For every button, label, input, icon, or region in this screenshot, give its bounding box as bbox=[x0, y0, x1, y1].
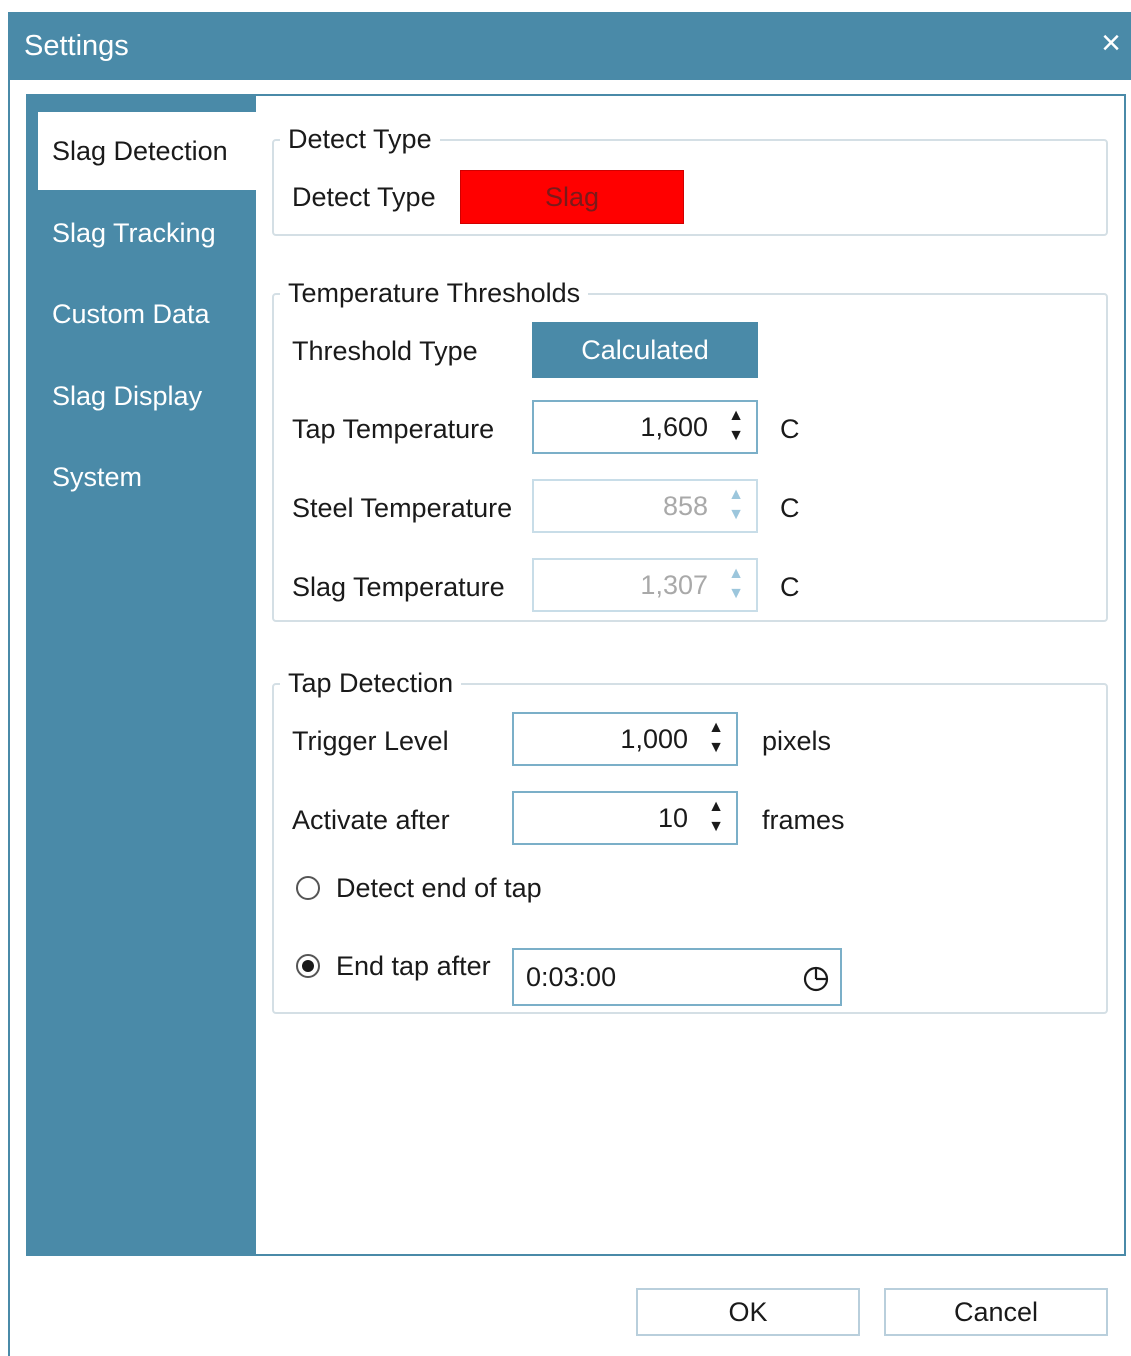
sidebar-item-slag-display[interactable]: Slag Display bbox=[28, 357, 256, 435]
steel-temperature-value: 858 bbox=[662, 491, 708, 521]
chevron-up-icon[interactable]: ▲ bbox=[726, 408, 746, 424]
tap-detection-legend: Tap Detection bbox=[288, 668, 454, 698]
tap-temperature-value: 1,600 bbox=[640, 412, 708, 442]
end-tap-after-time-input[interactable]: 0:03:00 bbox=[512, 948, 842, 1006]
end-tap-after-time-value: 0:03:00 bbox=[526, 962, 617, 992]
spinner-arrows[interactable]: ▲ ▼ bbox=[706, 799, 726, 837]
spinner-arrows[interactable]: ▲ ▼ bbox=[726, 487, 746, 525]
chevron-up-icon[interactable]: ▲ bbox=[706, 799, 726, 815]
detect-type-legend: Detect Type bbox=[288, 124, 432, 154]
slag-temperature-value: 1,307 bbox=[640, 570, 708, 600]
end-tap-after-label[interactable]: End tap after bbox=[336, 951, 491, 982]
end-tap-after-radio[interactable] bbox=[296, 954, 320, 978]
detect-type-group: Detect Type bbox=[272, 124, 1108, 236]
steel-temperature-label: Steel Temperature bbox=[292, 493, 513, 523]
close-icon[interactable]: × bbox=[1101, 26, 1121, 60]
tap-temperature-unit: C bbox=[780, 414, 800, 444]
slag-temperature-label: Slag Temperature bbox=[292, 572, 505, 602]
activate-after-label: Activate after bbox=[292, 805, 450, 835]
spinner-arrows[interactable]: ▲ ▼ bbox=[726, 566, 746, 604]
trigger-level-value: 1,000 bbox=[620, 724, 688, 754]
threshold-type-calculated-button[interactable]: Calculated bbox=[532, 322, 758, 378]
steel-temperature-stepper[interactable]: 858 ▲ ▼ bbox=[532, 479, 758, 533]
spinner-arrows[interactable]: ▲ ▼ bbox=[706, 720, 726, 758]
chevron-up-icon[interactable]: ▲ bbox=[726, 566, 746, 582]
chevron-down-icon[interactable]: ▼ bbox=[706, 819, 726, 835]
settings-body: Slag Detection Slag Tracking Custom Data… bbox=[26, 94, 1126, 1256]
activate-after-value: 10 bbox=[657, 803, 688, 833]
tap-temperature-label: Tap Temperature bbox=[292, 414, 495, 444]
title-bar: Settings × bbox=[10, 12, 1131, 80]
clock-icon[interactable] bbox=[802, 964, 830, 992]
trigger-level-unit: pixels bbox=[762, 726, 832, 756]
activate-after-unit: frames bbox=[762, 805, 845, 835]
chevron-down-icon[interactable]: ▼ bbox=[726, 507, 746, 523]
temperature-thresholds-legend: Temperature Thresholds bbox=[288, 278, 581, 308]
detect-end-of-tap-label[interactable]: Detect end of tap bbox=[336, 873, 542, 904]
chevron-down-icon[interactable]: ▼ bbox=[726, 428, 746, 444]
sidebar-item-slag-tracking[interactable]: Slag Tracking bbox=[28, 194, 256, 272]
tap-temperature-stepper[interactable]: 1,600 ▲ ▼ bbox=[532, 400, 758, 454]
sidebar-item-custom-data[interactable]: Custom Data bbox=[28, 275, 256, 353]
trigger-level-label: Trigger Level bbox=[292, 726, 449, 756]
cancel-button[interactable]: Cancel bbox=[884, 1288, 1108, 1336]
slag-temperature-unit: C bbox=[780, 572, 800, 602]
detect-type-slag-button[interactable]: Slag bbox=[460, 170, 684, 224]
steel-temperature-unit: C bbox=[780, 493, 800, 523]
sidebar: Slag Detection Slag Tracking Custom Data… bbox=[28, 96, 256, 1254]
trigger-level-stepper[interactable]: 1,000 ▲ ▼ bbox=[512, 712, 738, 766]
spinner-arrows[interactable]: ▲ ▼ bbox=[726, 408, 746, 446]
settings-window: Settings × Slag Detection Slag Tracking … bbox=[8, 12, 1131, 1356]
chevron-down-icon[interactable]: ▼ bbox=[706, 740, 726, 756]
detect-type-label: Detect Type bbox=[292, 182, 436, 212]
threshold-type-label: Threshold Type bbox=[292, 336, 478, 366]
ok-button[interactable]: OK bbox=[636, 1288, 860, 1336]
detect-end-of-tap-radio[interactable] bbox=[296, 876, 320, 900]
slag-temperature-stepper[interactable]: 1,307 ▲ ▼ bbox=[532, 558, 758, 612]
sidebar-item-slag-detection[interactable]: Slag Detection bbox=[38, 112, 256, 190]
window-title: Settings bbox=[24, 30, 129, 62]
chevron-down-icon[interactable]: ▼ bbox=[726, 586, 746, 602]
chevron-up-icon[interactable]: ▲ bbox=[706, 720, 726, 736]
activate-after-stepper[interactable]: 10 ▲ ▼ bbox=[512, 791, 738, 845]
sidebar-item-system[interactable]: System bbox=[28, 438, 256, 516]
chevron-up-icon[interactable]: ▲ bbox=[726, 487, 746, 503]
